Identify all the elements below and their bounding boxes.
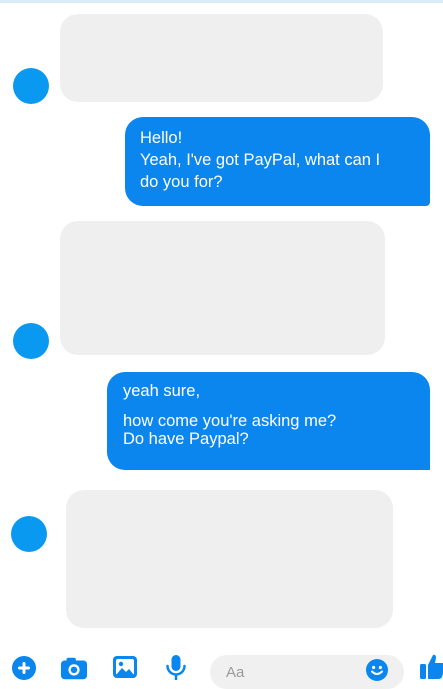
image-icon	[113, 656, 137, 678]
message-composer	[0, 645, 443, 689]
contact-avatar[interactable]	[13, 68, 49, 104]
incoming-message-bubble[interactable]	[66, 490, 393, 628]
incoming-message-bubble[interactable]	[60, 14, 383, 102]
plus-icon	[12, 656, 36, 680]
message-text-line: Yeah, I've got PayPal, what can I	[140, 151, 381, 169]
microphone-icon	[166, 655, 186, 680]
gallery-button[interactable]	[111, 655, 139, 681]
voice-button[interactable]	[162, 655, 190, 681]
message-text-line: Hello!	[140, 129, 183, 147]
camera-button[interactable]	[60, 655, 88, 681]
conversation-thread[interactable]: Hello! Yeah, I've got PayPal, what can I…	[0, 0, 443, 645]
outgoing-message-bubble[interactable]: yeah sure, how come you're asking me? Do…	[107, 372, 430, 470]
thumbs-up-icon[interactable]	[420, 653, 443, 680]
outgoing-message-bubble[interactable]: Hello! Yeah, I've got PayPal, what can I…	[125, 117, 430, 206]
camera-icon	[60, 657, 88, 680]
contact-avatar[interactable]	[11, 516, 47, 552]
contact-avatar[interactable]	[13, 323, 49, 359]
message-text-line: do you for?	[140, 173, 223, 191]
emoji-icon[interactable]	[366, 659, 388, 681]
incoming-message-bubble[interactable]	[60, 221, 385, 355]
plus-button[interactable]	[10, 655, 38, 681]
message-text-line: yeah sure,	[123, 382, 201, 400]
